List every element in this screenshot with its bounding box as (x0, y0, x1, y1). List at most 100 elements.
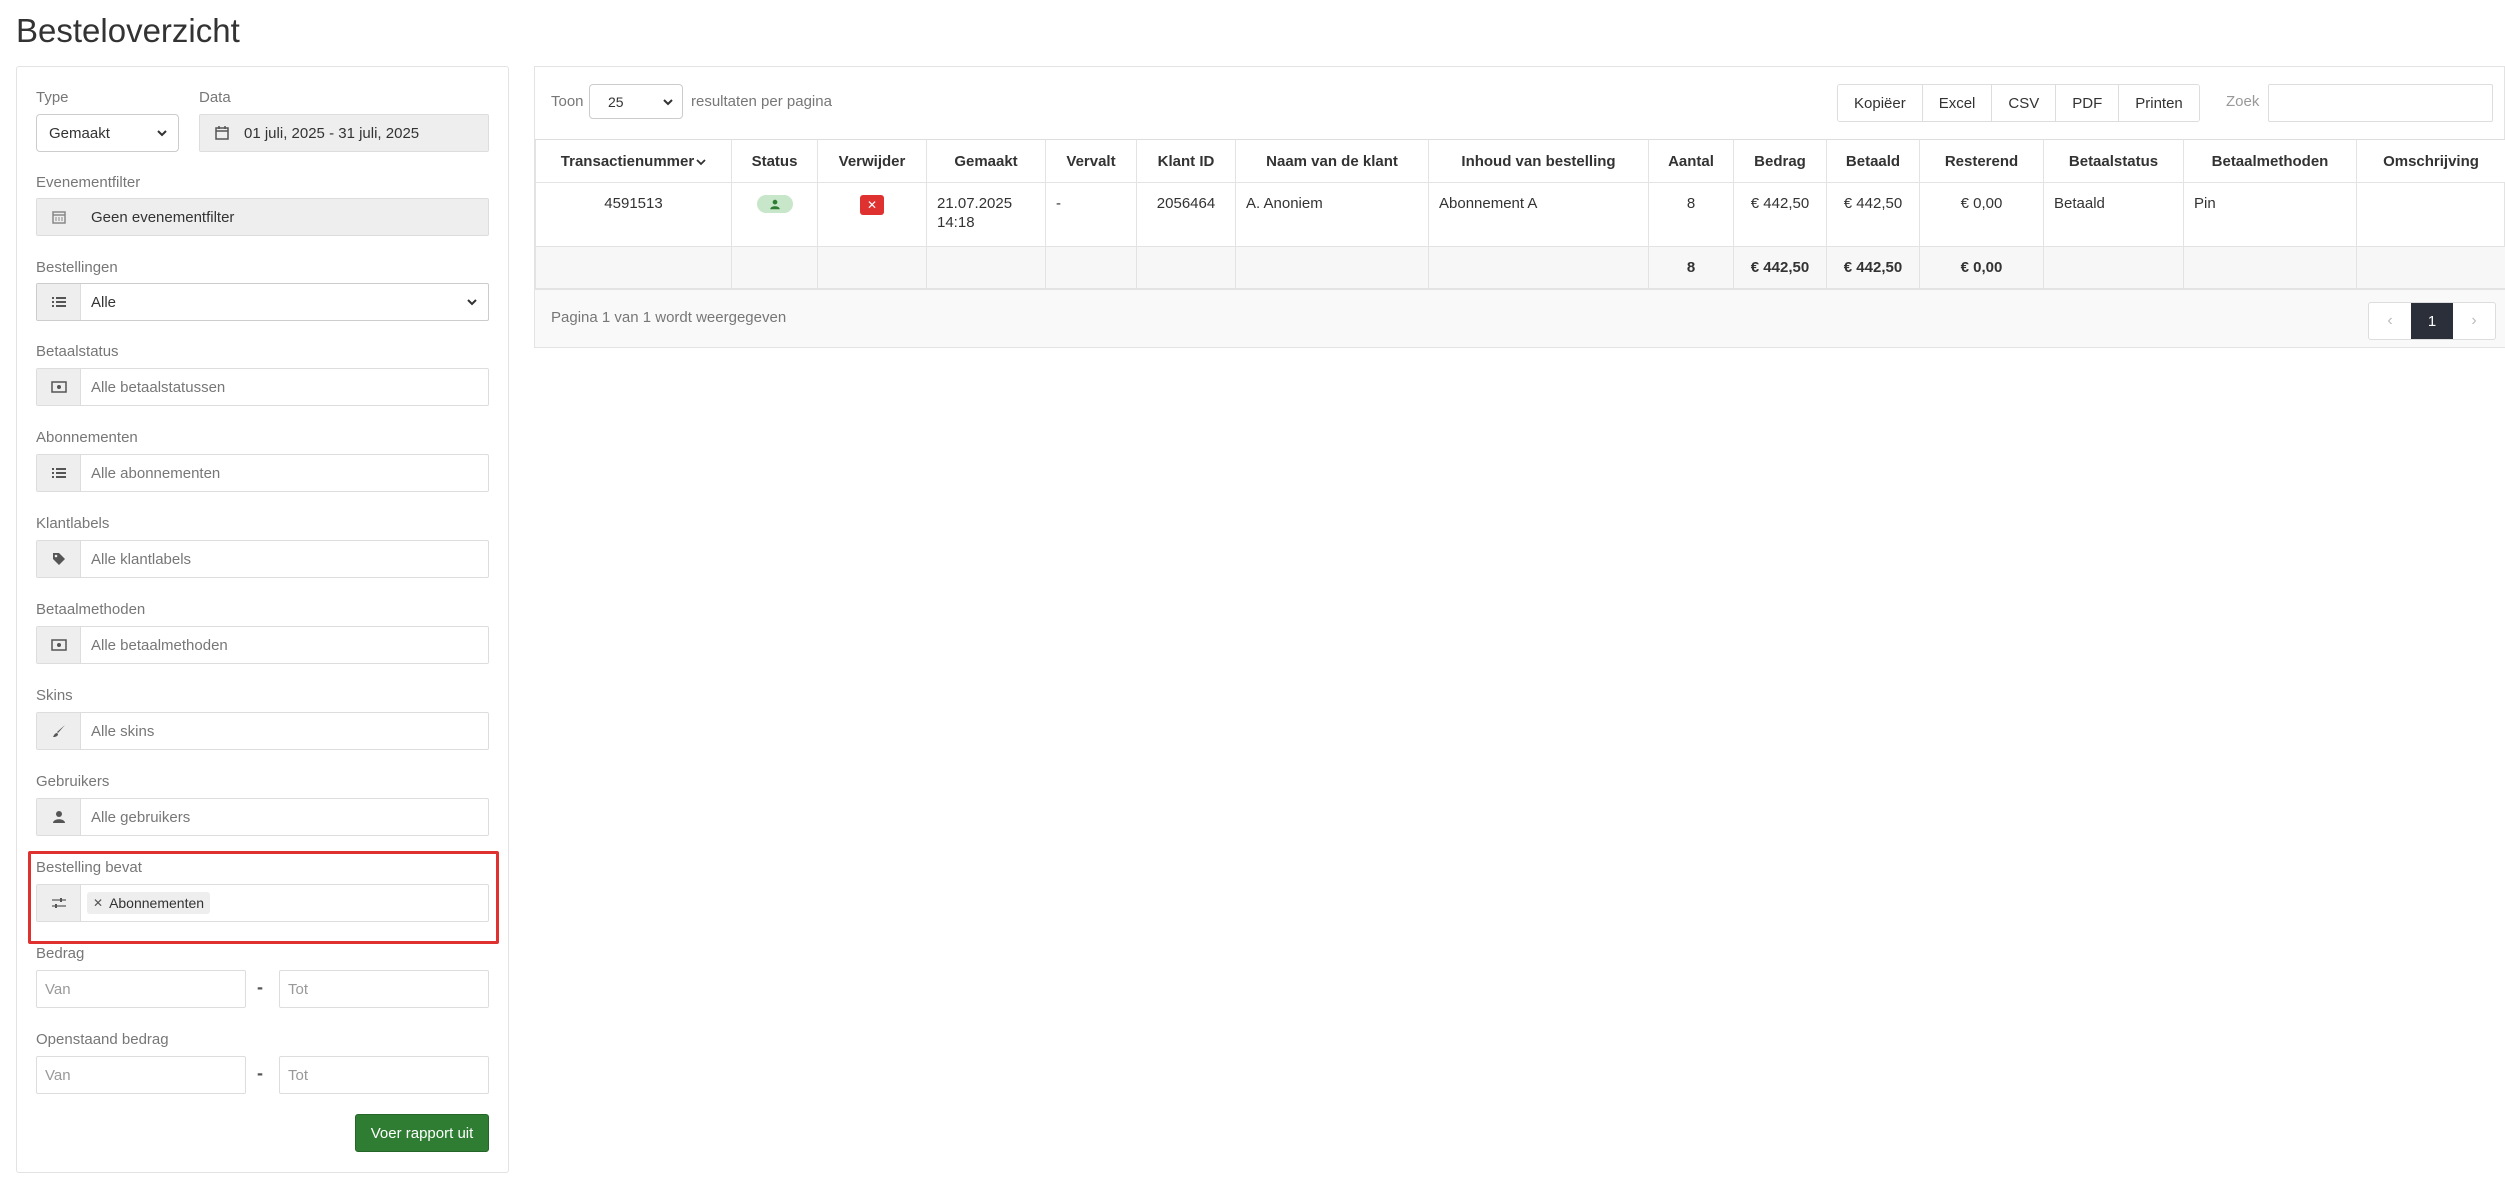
cell-order-content: Abonnement A (1428, 182, 1649, 247)
total-empty (926, 246, 1046, 289)
col-created[interactable]: Gemaakt (926, 139, 1046, 183)
show-label: Toon (551, 93, 584, 110)
table-header-row: Transactienummer Status Verwijder Gemaak… (535, 139, 2505, 183)
money-icon (37, 627, 81, 663)
total-count: 8 (1648, 246, 1734, 289)
cell-description (2356, 182, 2505, 247)
amount-from-input[interactable]: Van (36, 970, 246, 1008)
col-paid[interactable]: Betaald (1826, 139, 1920, 183)
calendar-icon (37, 199, 81, 235)
skins-input[interactable]: Alle skins (36, 712, 489, 750)
per-page-label: resultaten per pagina (691, 93, 832, 110)
range-dash: - (257, 1063, 263, 1083)
paymethods-label: Betaalmethoden (36, 601, 146, 618)
range-dash: - (257, 977, 263, 997)
paymethods-input[interactable]: Alle betaalmethoden (36, 626, 489, 664)
cell-amount: € 442,50 (1733, 182, 1827, 247)
page-size-select[interactable]: 25 (589, 84, 683, 119)
col-count[interactable]: Aantal (1648, 139, 1734, 183)
cell-pay-status: Betaald (2043, 182, 2184, 247)
user-icon (37, 799, 81, 835)
col-expires[interactable]: Vervalt (1045, 139, 1137, 183)
paymethods-placeholder: Alle betaalmethoden (91, 636, 228, 654)
page-1-button[interactable]: 1 (2411, 303, 2453, 339)
users-input[interactable]: Alle gebruikers (36, 798, 489, 836)
sort-icon (696, 158, 706, 165)
outstanding-from-input[interactable]: Van (36, 1056, 246, 1094)
excel-button[interactable]: Excel (1922, 85, 1993, 121)
subscriptions-placeholder: Alle abonnementen (91, 464, 221, 482)
cell-count: 8 (1648, 182, 1734, 247)
total-empty (1136, 246, 1236, 289)
total-amount: € 442,50 (1733, 246, 1827, 289)
pagination: ‹ 1 › (2368, 302, 2496, 340)
copy-button[interactable]: Kopiëer (1838, 85, 1923, 121)
type-label: Type (36, 89, 69, 106)
outstanding-to-input[interactable]: Tot (279, 1056, 489, 1094)
search-label: Zoek (2226, 93, 2260, 110)
search-input[interactable] (2268, 84, 2493, 122)
event-filter-input[interactable]: Geen evenementfilter (36, 198, 489, 236)
col-remaining[interactable]: Resterend (1919, 139, 2044, 183)
orders-table: Transactienummer Status Verwijder Gemaak… (535, 139, 2505, 289)
delete-button[interactable]: ✕ (860, 195, 884, 215)
amount-label: Bedrag (36, 945, 85, 962)
pdf-button[interactable]: PDF (2056, 85, 2120, 121)
cell-delete: ✕ (817, 182, 927, 247)
paystatus-input[interactable]: Alle betaalstatussen (36, 368, 489, 406)
cell-created: 21.07.2025 14:18 (926, 182, 1046, 247)
col-delete[interactable]: Verwijder (817, 139, 927, 183)
paystatus-placeholder: Alle betaalstatussen (91, 378, 226, 396)
prev-page-button[interactable]: ‹ (2369, 303, 2411, 339)
close-icon: ✕ (866, 198, 878, 212)
created-time: 14:18 (937, 214, 975, 231)
col-status[interactable]: Status (731, 139, 818, 183)
table-row: 4591513 ✕ 21.07.2025 14:18 - 2056464 A. … (535, 182, 2505, 247)
total-empty (2183, 246, 2357, 289)
col-amount[interactable]: Bedrag (1733, 139, 1827, 183)
col-description[interactable]: Omschrijving (2356, 139, 2505, 183)
list-icon (37, 455, 81, 491)
export-button-group: Kopiëer Excel CSV PDF Printen (1837, 84, 2200, 122)
data-label: Data (199, 89, 231, 106)
date-range-value: 01 juli, 2025 - 31 juli, 2025 (244, 124, 420, 142)
col-pay-method[interactable]: Betaalmethoden (2183, 139, 2357, 183)
type-select[interactable]: Gemaakt (36, 114, 179, 152)
order-contains-input[interactable]: ✕ Abonnementen (36, 884, 489, 922)
order-contains-tag[interactable]: ✕ Abonnementen (87, 892, 211, 914)
print-button[interactable]: Printen (2119, 85, 2199, 121)
brush-icon (37, 713, 81, 749)
results-panel: Toon 25 resultaten per pagina Kopiëer Ex… (534, 66, 2505, 348)
chevron-down-icon (157, 130, 167, 137)
status-badge[interactable] (756, 195, 793, 213)
run-report-button[interactable]: Voer rapport uit (355, 1114, 489, 1152)
total-empty (1235, 246, 1429, 289)
col-customer-id[interactable]: Klant ID (1136, 139, 1236, 183)
orders-select[interactable]: Alle (36, 283, 489, 321)
paystatus-label: Betaalstatus (36, 343, 119, 360)
cell-expires: - (1045, 182, 1137, 247)
col-customer-name[interactable]: Naam van de klant (1235, 139, 1429, 183)
col-order-content[interactable]: Inhoud van bestelling (1428, 139, 1649, 183)
skins-label: Skins (36, 687, 73, 704)
next-page-button[interactable]: › (2453, 303, 2495, 339)
subscriptions-label: Abonnementen (36, 429, 138, 446)
amount-to-input[interactable]: Tot (279, 970, 489, 1008)
subscriptions-input[interactable]: Alle abonnementen (36, 454, 489, 492)
user-icon (769, 199, 780, 209)
customer-labels-input[interactable]: Alle klantlabels (36, 540, 489, 578)
sliders-icon (37, 885, 81, 921)
outstanding-label: Openstaand bedrag (36, 1031, 169, 1048)
cell-remaining: € 0,00 (1919, 182, 2044, 247)
list-icon (37, 284, 81, 320)
csv-button[interactable]: CSV (1992, 85, 2057, 121)
remove-icon[interactable]: ✕ (93, 896, 103, 910)
col-transaction[interactable]: Transactienummer (535, 139, 732, 183)
total-empty (535, 246, 732, 289)
cell-pay-method: Pin (2183, 182, 2357, 247)
event-filter-label: Evenementfilter (36, 174, 141, 191)
users-placeholder: Alle gebruikers (91, 808, 191, 826)
total-empty (1428, 246, 1649, 289)
col-pay-status[interactable]: Betaalstatus (2043, 139, 2184, 183)
date-range-picker[interactable]: 01 juli, 2025 - 31 juli, 2025 (199, 114, 489, 152)
